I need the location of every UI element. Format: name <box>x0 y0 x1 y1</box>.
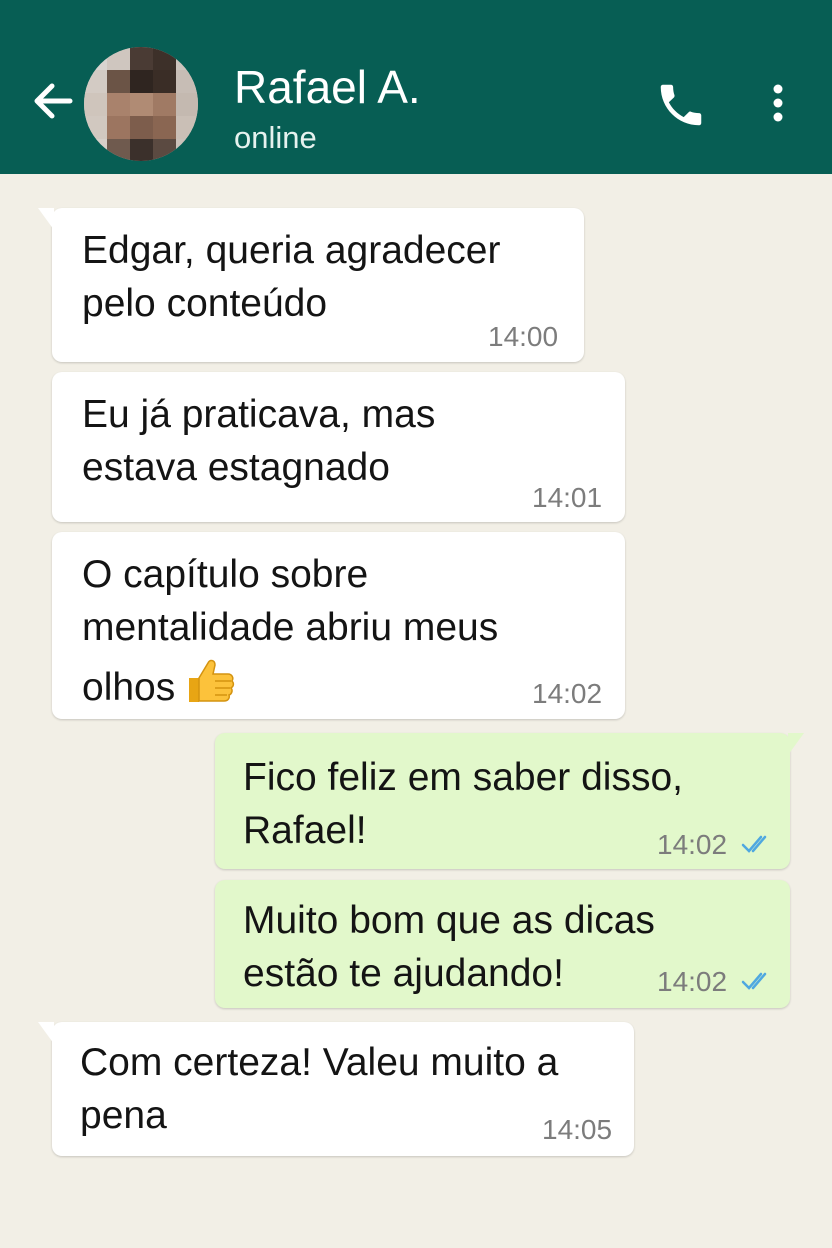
message-line: Eu já praticava, mas <box>82 393 436 436</box>
more-options-icon[interactable] <box>760 80 796 126</box>
avatar-pixel <box>153 116 176 139</box>
avatar-pixel <box>153 70 176 93</box>
avatar-pixel <box>153 139 176 161</box>
message-line: pena <box>80 1094 167 1137</box>
avatar-pixel <box>84 70 107 93</box>
avatar-pixel <box>107 70 130 93</box>
message-text: Com certeza! Valeu muito a pena <box>80 1036 558 1142</box>
message-incoming[interactable]: Edgar, queria agradecer pelo conteúdo 14… <box>38 208 584 362</box>
message-line: Edgar, queria agradecer <box>82 229 501 272</box>
message-time: 14:01 <box>532 482 603 513</box>
avatar-pixel <box>107 116 130 139</box>
message-line: Rafael! <box>243 809 367 852</box>
avatar-pixel <box>130 70 153 93</box>
avatar-pixel <box>107 139 130 161</box>
avatar-pixel <box>153 93 176 116</box>
avatar-pixel <box>176 70 198 93</box>
message-line: Com certeza! Valeu muito a <box>80 1041 559 1084</box>
message-text: Muito bom que as dicas estão te ajudando… <box>243 894 655 1000</box>
avatar-pixel <box>176 116 198 139</box>
message-line: mentalidade abriu meus <box>82 606 499 649</box>
message-line: estava estagnado <box>82 446 390 489</box>
avatar-pixel <box>84 139 107 161</box>
message-text: Fico feliz em saber disso, Rafael! <box>243 751 683 857</box>
avatar-pixel <box>153 47 176 70</box>
message-time: 14:00 <box>488 321 559 352</box>
read-receipt-icon <box>741 972 767 990</box>
bubble-tail <box>788 733 804 755</box>
message-incoming[interactable]: Com certeza! Valeu muito a pena 14:05 <box>38 1022 634 1156</box>
message-time: 14:02 <box>532 678 603 709</box>
message-time: 14:02 <box>657 966 728 997</box>
message-outgoing[interactable]: Muito bom que as dicas estão te ajudando… <box>215 880 790 1008</box>
message-line: O capítulo sobre <box>82 553 369 596</box>
avatar-pixel <box>107 47 130 70</box>
chat-header: Rafael A. online <box>0 0 832 174</box>
message-time: 14:02 <box>657 829 728 860</box>
avatar-pixel <box>130 93 153 116</box>
avatar-pixel <box>107 93 130 116</box>
message-line: olhos <box>82 666 176 709</box>
avatar-pixel <box>176 139 198 161</box>
avatar-pixel <box>130 47 153 70</box>
contact-status: online <box>234 120 317 155</box>
back-arrow-icon[interactable] <box>30 78 76 124</box>
message-line: estão te ajudando! <box>243 952 564 995</box>
avatar-pixel <box>84 93 107 116</box>
contact-name[interactable]: Rafael A. <box>234 60 421 114</box>
message-incoming[interactable]: Eu já praticava, mas estava estagnado 14… <box>52 372 625 522</box>
message-line: Fico feliz em saber disso, <box>243 756 683 799</box>
bubble-tail <box>38 1022 54 1044</box>
message-line-with-emoji: olhos <box>82 654 498 714</box>
bubble-tail <box>38 208 54 230</box>
thumbs-up-emoji-icon <box>189 659 235 702</box>
avatar-pixel <box>176 93 198 116</box>
message-incoming[interactable]: O capítulo sobre mentalidade abriu meus … <box>52 532 625 719</box>
message-line: pelo conteúdo <box>82 282 328 325</box>
read-receipt-icon <box>741 835 767 853</box>
message-text: O capítulo sobre mentalidade abriu meus … <box>82 548 498 714</box>
avatar[interactable] <box>84 47 198 161</box>
avatar-pixel <box>84 47 107 70</box>
message-text: Eu já praticava, mas estava estagnado <box>82 388 435 494</box>
avatar-pixel <box>130 139 153 161</box>
message-text: Edgar, queria agradecer pelo conteúdo <box>82 224 500 330</box>
avatar-pixel <box>176 47 198 70</box>
message-line: Muito bom que as dicas <box>243 899 655 942</box>
message-outgoing[interactable]: Fico feliz em saber disso, Rafael! 14:02 <box>215 733 804 869</box>
avatar-pixel <box>84 116 107 139</box>
phone-call-icon[interactable] <box>654 78 708 132</box>
message-time: 14:05 <box>542 1114 613 1145</box>
avatar-pixel <box>130 116 153 139</box>
